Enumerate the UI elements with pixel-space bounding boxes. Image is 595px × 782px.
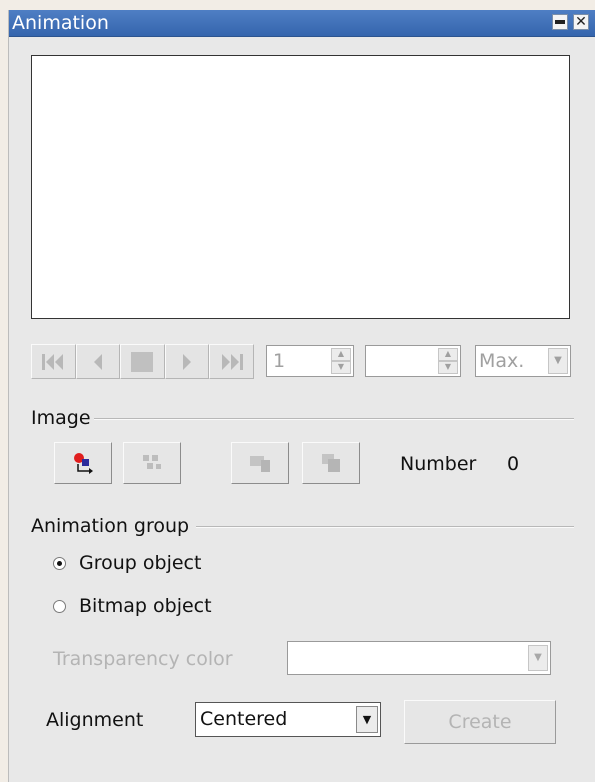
- create-button[interactable]: Create: [404, 700, 556, 744]
- delete-all-images-icon: [322, 454, 340, 472]
- playback-controls: [31, 344, 254, 379]
- apply-objects-individually-button[interactable]: [123, 442, 181, 484]
- chevron-down-icon[interactable]: ▼: [528, 645, 548, 671]
- play-button[interactable]: [164, 344, 210, 379]
- group-object-radio[interactable]: [53, 556, 66, 570]
- frame-number-value: 1: [273, 350, 286, 372]
- delete-current-image-button[interactable]: [231, 442, 289, 484]
- image-section-divider: [94, 418, 574, 420]
- bitmap-object-radio[interactable]: [53, 599, 66, 613]
- alignment-label: Alignment: [46, 709, 144, 731]
- delete-current-image-icon: [250, 456, 270, 472]
- image-section-label: Image: [31, 407, 97, 429]
- transparency-color-select[interactable]: ▼: [287, 641, 551, 675]
- duration-up-arrow-icon[interactable]: ▲: [438, 348, 458, 361]
- alignment-select[interactable]: Centered ▼: [195, 702, 381, 737]
- title-bar[interactable]: Animation ✕: [9, 10, 595, 37]
- group-object-label: Group object: [79, 552, 202, 574]
- number-label: Number: [400, 453, 477, 475]
- play-icon: [183, 353, 192, 370]
- duration-spinbox[interactable]: ▲ ▼: [365, 345, 461, 377]
- last-frame-icon: [221, 353, 243, 370]
- loop-count-select[interactable]: Max. ▼: [475, 345, 571, 377]
- apply-object-button[interactable]: [54, 442, 112, 484]
- duration-down-arrow-icon[interactable]: ▼: [438, 361, 458, 374]
- animation-group-divider: [196, 526, 574, 528]
- delete-all-images-button[interactable]: [302, 442, 360, 484]
- first-frame-icon: [42, 353, 64, 370]
- bitmap-object-label: Bitmap object: [79, 595, 212, 617]
- last-frame-button[interactable]: [209, 344, 254, 379]
- group-object-option[interactable]: Group object: [53, 551, 201, 575]
- apply-object-icon: [74, 453, 93, 474]
- chevron-down-icon[interactable]: ▼: [548, 348, 568, 374]
- animation-window: Animation ✕ 1 ▲ ▼ ▲ ▼ Max. ▼ Image Numbe…: [8, 10, 595, 782]
- animation-preview: [31, 55, 570, 319]
- loop-count-value: Max.: [479, 350, 525, 372]
- stop-button[interactable]: [120, 344, 165, 379]
- close-button[interactable]: ✕: [573, 14, 589, 30]
- transparency-color-label: Transparency color: [53, 648, 233, 670]
- stop-icon: [131, 351, 154, 372]
- minimize-button[interactable]: [552, 14, 568, 30]
- chevron-down-icon[interactable]: ▼: [356, 706, 378, 733]
- previous-frame-button[interactable]: [75, 344, 121, 379]
- frame-up-arrow-icon[interactable]: ▲: [331, 348, 351, 361]
- frame-number-spinbox[interactable]: 1 ▲ ▼: [266, 345, 354, 377]
- alignment-value: Centered: [200, 708, 288, 730]
- number-value: 0: [507, 453, 520, 475]
- animation-group-label: Animation group: [31, 515, 196, 537]
- first-frame-button[interactable]: [31, 344, 76, 379]
- frame-down-arrow-icon[interactable]: ▼: [331, 361, 351, 374]
- previous-frame-icon: [93, 353, 102, 370]
- window-title: Animation: [12, 12, 109, 34]
- apply-objects-individually-icon: [143, 455, 161, 469]
- bitmap-object-option[interactable]: Bitmap object: [53, 594, 212, 618]
